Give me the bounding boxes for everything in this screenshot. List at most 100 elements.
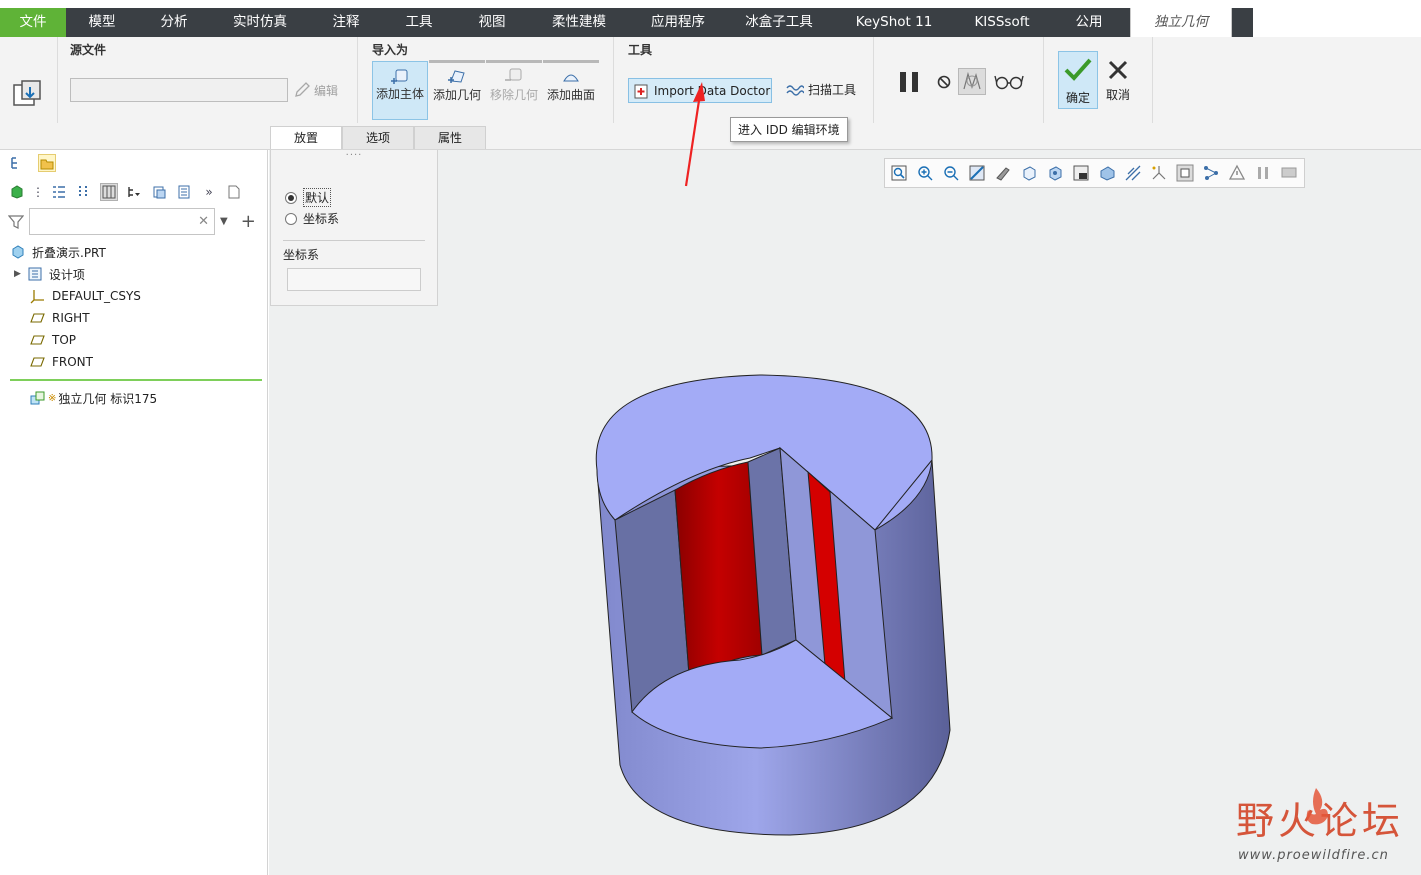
show-icon[interactable]: [8, 183, 26, 201]
radio-default[interactable]: [285, 191, 297, 204]
add-geometry-button[interactable]: 添加几何: [429, 60, 485, 120]
radio-default-row[interactable]: 默认: [285, 188, 332, 207]
ribbon: 源文件 编辑 导入为 添加主体 添加几何 移除几何 添加曲面 工具 Import…: [0, 37, 1421, 150]
tree-item-default-csys[interactable]: DEFAULT_CSYS: [30, 286, 141, 306]
view-manager-icon[interactable]: [1046, 164, 1064, 182]
flag-icon[interactable]: [1280, 164, 1298, 182]
tree-item-label: FRONT: [52, 355, 93, 369]
red-arrow-annotation: [684, 82, 705, 187]
tab-placement[interactable]: 放置: [270, 126, 342, 149]
tab-analysis[interactable]: 分析: [138, 8, 210, 37]
import-geometry-icon[interactable]: [12, 77, 44, 109]
add-geometry-label: 添加几何: [432, 88, 481, 102]
tab-options[interactable]: 选项: [342, 126, 414, 149]
verify-geometry-icon: [963, 71, 981, 90]
remove-geometry-button[interactable]: 移除几何: [486, 60, 542, 120]
tree-list-icon[interactable]: [50, 183, 68, 201]
details-icon[interactable]: [175, 183, 193, 201]
tab-icebox-tools[interactable]: 冰盒子工具: [726, 8, 832, 37]
folder-browser-tab-icon[interactable]: [38, 154, 56, 172]
tab-independent-geometry[interactable]: 独立几何: [1130, 8, 1232, 37]
tree-columns-icon[interactable]: [75, 183, 93, 201]
red-cylindrical-face: [674, 461, 763, 690]
zoom-out-icon[interactable]: [942, 164, 960, 182]
tree-item-top[interactable]: TOP: [30, 330, 76, 350]
add-surface-icon: [563, 74, 579, 82]
clear-search-icon[interactable]: ✕: [198, 214, 209, 229]
verify-toggle[interactable]: [958, 68, 986, 95]
plane-display-icon[interactable]: [1124, 164, 1142, 182]
radio-csys-row[interactable]: 坐标系: [285, 210, 339, 227]
insert-here-marker[interactable]: [10, 379, 262, 381]
add-body-button[interactable]: 添加主体: [372, 61, 428, 120]
layers-icon[interactable]: [150, 183, 168, 201]
source-group-title: 源文件: [70, 43, 107, 57]
close-icon: [1108, 60, 1128, 80]
csys-collector[interactable]: [287, 268, 421, 291]
tab-properties[interactable]: 属性: [414, 126, 486, 149]
datum-display-icon[interactable]: [1150, 164, 1168, 182]
pause-view-icon[interactable]: [1254, 164, 1272, 182]
radio-csys[interactable]: [285, 212, 297, 225]
tab-annotate[interactable]: 注释: [310, 8, 382, 37]
tab-common[interactable]: 公用: [1048, 8, 1130, 37]
independent-geometry-icon: [30, 391, 45, 405]
check-icon: [1064, 58, 1092, 81]
feature-marker: ※: [48, 392, 57, 404]
repaint-icon[interactable]: [968, 164, 986, 182]
add-surface-button[interactable]: 添加曲面: [543, 60, 599, 120]
tree-filters-icon[interactable]: [100, 183, 118, 201]
source-file-input[interactable]: [70, 78, 288, 102]
section-view-icon[interactable]: [1098, 164, 1116, 182]
tab-view[interactable]: 视图: [456, 8, 528, 37]
tab-kisssoft[interactable]: KISSsoft: [956, 8, 1048, 37]
saved-orientation-icon[interactable]: [1020, 164, 1038, 182]
annotation-display-icon[interactable]: [1176, 164, 1194, 182]
zoom-in-icon[interactable]: [916, 164, 934, 182]
tab-keyshot[interactable]: KeyShot 11: [832, 8, 956, 37]
design-items-icon: [28, 267, 42, 281]
document-icon[interactable]: [225, 183, 243, 201]
more-icon[interactable]: »: [200, 183, 218, 201]
pause-icon[interactable]: [897, 70, 923, 94]
filter-dropdown-icon[interactable]: ▼: [220, 216, 228, 227]
no-entry-icon[interactable]: [936, 74, 952, 90]
edit-button[interactable]: 编辑: [293, 81, 338, 99]
tree-settings-icon[interactable]: [125, 183, 143, 201]
graphics-area[interactable]: [269, 150, 1421, 875]
display-style-icon[interactable]: [994, 164, 1012, 182]
panel-drag-handle[interactable]: ····: [271, 150, 437, 161]
tab-realtime-sim[interactable]: 实时仿真: [210, 8, 310, 37]
tab-applications[interactable]: 应用程序: [630, 8, 726, 37]
perspective-icon[interactable]: [1072, 164, 1090, 182]
part-icon: [12, 245, 24, 259]
tab-model[interactable]: 模型: [66, 8, 138, 37]
cancel-button[interactable]: 取消: [1102, 51, 1134, 109]
glasses-icon[interactable]: [994, 72, 1024, 92]
tree-root-item[interactable]: 折叠演示.PRT: [10, 242, 106, 262]
cancel-label: 取消: [1105, 88, 1130, 102]
scan-tool-button[interactable]: 扫描工具: [786, 81, 856, 98]
tree-item-front[interactable]: FRONT: [30, 352, 93, 372]
radio-csys-label: 坐标系: [303, 212, 340, 226]
ok-button[interactable]: 确定: [1058, 51, 1098, 109]
tree-filter-row: ✕ ▼ +: [8, 208, 256, 235]
refit-icon[interactable]: [890, 164, 908, 182]
tree-item-independent-geometry[interactable]: ※ 独立几何 标识175: [30, 388, 157, 408]
tab-file[interactable]: 文件: [0, 8, 66, 37]
expand-arrow-icon[interactable]: ▶: [14, 269, 21, 279]
add-filter-icon[interactable]: +: [241, 211, 256, 232]
panel-tabs: [8, 154, 56, 172]
tab-tools[interactable]: 工具: [382, 8, 456, 37]
filter-icon[interactable]: [8, 214, 24, 230]
tree-search-input[interactable]: ✕: [29, 208, 215, 235]
tree-item-right[interactable]: RIGHT: [30, 308, 90, 328]
wave-icon: [786, 84, 804, 96]
spin-center-icon[interactable]: [1202, 164, 1220, 182]
tree-item-design-items[interactable]: ▶ 设计项: [14, 264, 85, 284]
model-view[interactable]: [269, 150, 1421, 875]
tab-flexible-modeling[interactable]: 柔性建模: [528, 8, 630, 37]
warning-icon[interactable]: [1228, 164, 1246, 182]
model-tree-tab-icon[interactable]: [8, 154, 26, 172]
view-toolbar: [884, 158, 1305, 188]
